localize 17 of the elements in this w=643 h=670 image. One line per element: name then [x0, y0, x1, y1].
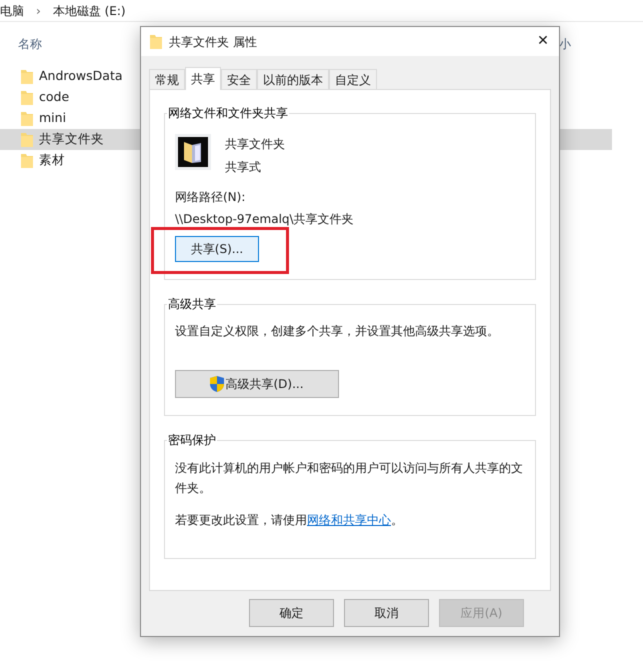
window-title: 共享文件夹 属性: [169, 34, 257, 50]
folder-name: 共享文件夹: [225, 136, 285, 153]
file-name: 素材: [39, 151, 65, 170]
password-description: 没有此计算机的用户帐户和密码的用户可以访问与所有人共享的文件夹。: [175, 460, 524, 497]
group-title: 高级共享: [167, 296, 217, 312]
group-title: 密码保护: [167, 432, 217, 448]
share-status: 共享式: [225, 159, 262, 176]
file-name: AndrowsData: [39, 67, 123, 86]
group-title: 网络文件和文件夹共享: [167, 105, 289, 121]
file-name: code: [39, 88, 70, 106]
breadcrumb-separator: ›: [36, 2, 41, 20]
advanced-sharing-description: 设置自定义权限，创建多个共享，并设置其他高级共享选项。: [175, 323, 500, 340]
path-label: 网络路径(N):: [175, 189, 246, 206]
file-name: 共享文件夹: [39, 130, 104, 148]
password-hint: 若要更改此设置，请使用网络和共享中心。: [175, 512, 404, 529]
file-name: mini: [39, 109, 66, 128]
network-path: \\Desktop-97emalq\共享文件夹: [175, 211, 355, 228]
